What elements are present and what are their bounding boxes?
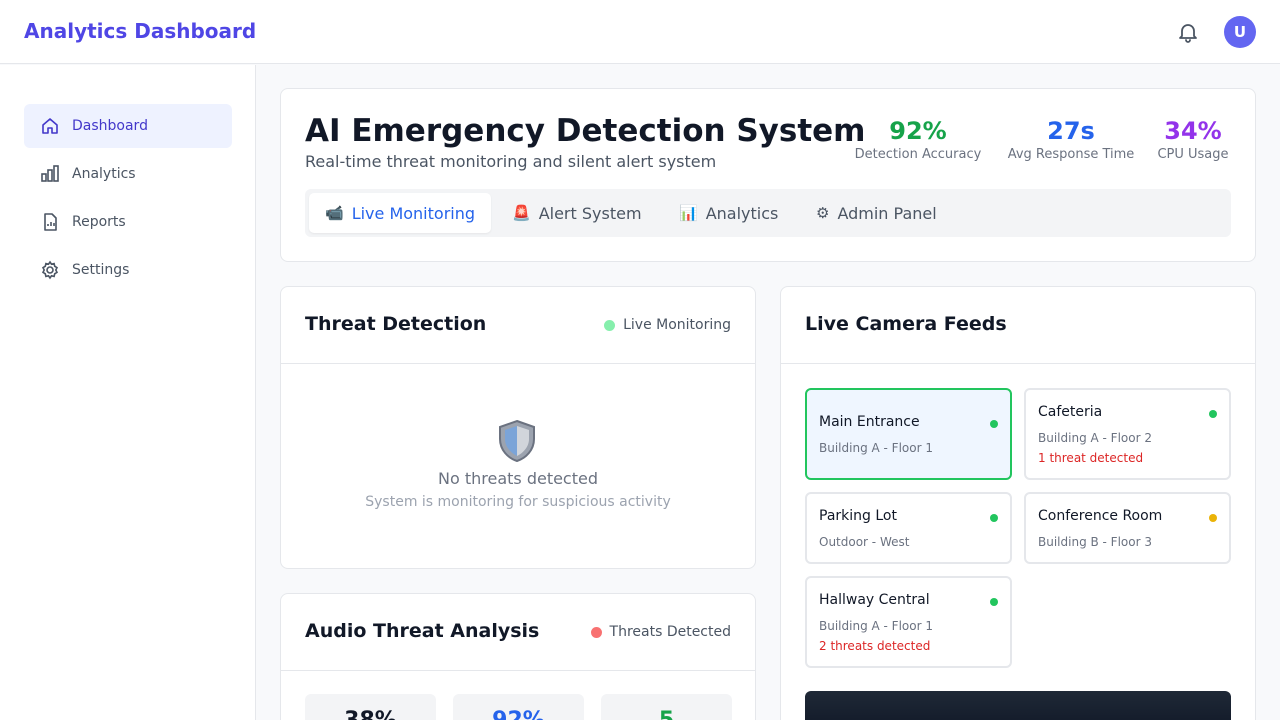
sidebar-item-label: Dashboard xyxy=(72,118,148,134)
status-dot xyxy=(1209,410,1217,418)
sidebar-item-label: Settings xyxy=(72,262,130,278)
camera-location: Building A - Floor 1 xyxy=(819,619,933,633)
audio-metric-card: 38% xyxy=(305,694,436,720)
sidebar-item-analytics[interactable]: Analytics xyxy=(24,152,232,196)
document-icon xyxy=(40,212,60,232)
panel-title: Audio Threat Analysis xyxy=(305,620,540,642)
header-card: AI Emergency Detection System Real-time … xyxy=(280,88,1256,262)
sidebar-item-reports[interactable]: Reports xyxy=(24,200,232,244)
stat-label: Detection Accuracy xyxy=(854,147,982,162)
threat-detection-panel: Threat Detection Live Monitoring No thre… xyxy=(280,286,756,569)
status-dot xyxy=(990,514,998,522)
stat-avg-response-time: 27s Avg Response Time xyxy=(1001,117,1141,162)
tab-label: Admin Panel xyxy=(837,203,937,223)
status-label: Live Monitoring xyxy=(623,317,731,333)
tab-label: Live Monitoring xyxy=(351,203,476,223)
status-badge: Threats Detected xyxy=(590,624,731,640)
camera-threat-count: 2 threats detected xyxy=(819,639,931,653)
sidebar-item-label: Reports xyxy=(72,214,126,230)
tab-bar: 📹 Live Monitoring 🚨 Alert System 📊 Analy… xyxy=(305,189,1231,237)
status-dot xyxy=(604,319,616,331)
home-icon xyxy=(40,116,60,136)
bell-icon[interactable] xyxy=(1176,20,1200,44)
camera-card-conference-room[interactable]: Conference Room Building B - Floor 3 xyxy=(1024,492,1231,564)
page-title: AI Emergency Detection System xyxy=(305,113,866,149)
audio-metric-card: 92% xyxy=(453,694,584,720)
siren-icon: 🚨 xyxy=(512,204,531,222)
sidebar-item-settings[interactable]: Settings xyxy=(24,248,232,292)
sidebar: Dashboard Analytics Reports Settings xyxy=(0,65,256,720)
status-dot xyxy=(990,420,998,428)
stat-value: 92% xyxy=(889,117,947,145)
empty-state-subtitle: System is monitoring for suspicious acti… xyxy=(365,494,671,510)
stat-cpu-usage: 34% CPU Usage xyxy=(1151,117,1235,162)
panel-title: Threat Detection xyxy=(305,313,487,335)
shield-icon xyxy=(497,419,537,463)
stat-label: CPU Usage xyxy=(1157,147,1229,162)
camera-card-parking-lot[interactable]: Parking Lot Outdoor - West xyxy=(805,492,1012,564)
sidebar-item-label: Analytics xyxy=(72,166,136,182)
stat-detection-accuracy: 92% Detection Accuracy xyxy=(849,117,987,162)
camera-name: Parking Lot xyxy=(819,508,897,524)
gear-icon xyxy=(40,260,60,280)
metric-value: 38% xyxy=(305,708,436,720)
audio-threat-panel: Audio Threat Analysis Threats Detected 3… xyxy=(280,593,756,720)
panel-title: Live Camera Feeds xyxy=(805,313,1007,335)
empty-state-title: No threats detected xyxy=(437,469,598,488)
stat-value: 34% xyxy=(1164,117,1222,145)
status-label: Threats Detected xyxy=(609,624,731,640)
top-bar: Analytics Dashboard U xyxy=(0,0,1280,64)
audio-metric-card: 5 xyxy=(601,694,732,720)
panel-header: Audio Threat Analysis Threats Detected xyxy=(281,594,755,671)
gear-icon: ⚙ xyxy=(816,204,830,222)
panel-header: Threat Detection Live Monitoring xyxy=(281,287,755,364)
camera-location: Building B - Floor 3 xyxy=(1038,535,1152,549)
tab-admin-panel[interactable]: ⚙ Admin Panel xyxy=(800,193,953,233)
tab-live-monitoring[interactable]: 📹 Live Monitoring xyxy=(309,193,492,233)
camera-location: Outdoor - West xyxy=(819,535,910,549)
tab-label: Analytics xyxy=(705,203,779,223)
camera-threat-count: 1 threat detected xyxy=(1038,451,1144,465)
stat-label: Avg Response Time xyxy=(1007,147,1135,162)
bar-chart-icon xyxy=(40,164,60,184)
panel-header: Live Camera Feeds xyxy=(781,287,1255,364)
metric-value: 92% xyxy=(453,708,584,720)
camera-name: Hallway Central xyxy=(819,592,930,608)
chart-icon: 📊 xyxy=(679,204,698,222)
camera-location: Building A - Floor 1 xyxy=(819,441,933,455)
metric-value: 5 xyxy=(601,708,732,720)
status-dot xyxy=(1209,514,1217,522)
tab-analytics[interactable]: 📊 Analytics xyxy=(663,193,794,233)
camera-card-cafeteria[interactable]: Cafeteria Building A - Floor 2 1 threat … xyxy=(1024,388,1231,480)
camera-name: Conference Room xyxy=(1038,508,1163,524)
avatar[interactable]: U xyxy=(1224,16,1256,48)
camera-video-preview[interactable] xyxy=(805,691,1231,720)
camera-card-hallway-central[interactable]: Hallway Central Building A - Floor 1 2 t… xyxy=(805,576,1012,668)
camera-name: Main Entrance xyxy=(819,414,920,430)
tab-alert-system[interactable]: 🚨 Alert System xyxy=(496,193,658,233)
tab-label: Alert System xyxy=(538,203,642,223)
sidebar-item-dashboard[interactable]: Dashboard xyxy=(24,104,232,148)
app-title[interactable]: Analytics Dashboard xyxy=(24,19,256,43)
camera-location: Building A - Floor 2 xyxy=(1038,431,1152,445)
page-subtitle: Real-time threat monitoring and silent a… xyxy=(305,152,717,171)
stat-value: 27s xyxy=(1047,117,1095,145)
status-dot xyxy=(990,598,998,606)
status-badge: Live Monitoring xyxy=(604,317,731,333)
status-dot xyxy=(590,626,602,638)
camera-feeds-panel: Live Camera Feeds Main Entrance Building… xyxy=(780,286,1256,720)
video-camera-icon: 📹 xyxy=(325,204,344,222)
camera-card-main-entrance[interactable]: Main Entrance Building A - Floor 1 xyxy=(805,388,1012,480)
camera-name: Cafeteria xyxy=(1038,404,1103,420)
